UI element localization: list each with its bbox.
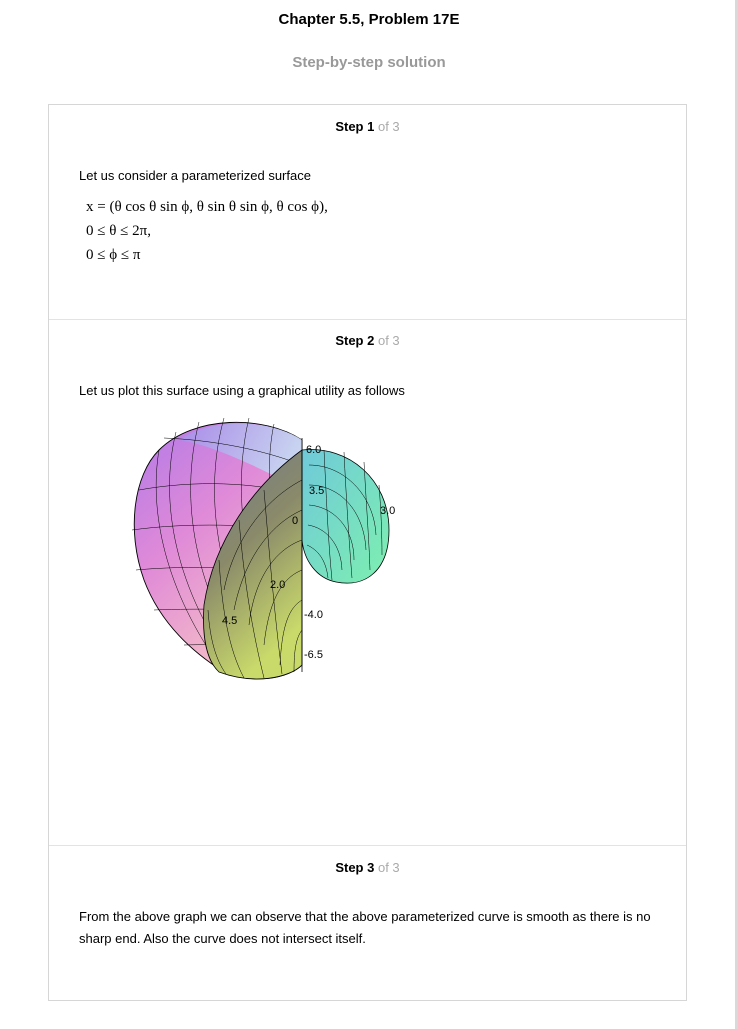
step-1-text: Let us consider a parameterized surface: [79, 168, 311, 183]
plot-label-6-0: 6.0: [306, 444, 321, 456]
step-3-header: Step 3 of 3: [49, 860, 686, 875]
page-subtitle: Step-by-step solution: [292, 54, 446, 71]
surface-right-lobe: [301, 449, 390, 584]
step-1-header: Step 1 of 3: [49, 119, 686, 134]
math-line-2: 0 ≤ θ ≤ 2π,: [86, 223, 151, 239]
plot-label-2-0: 2.0: [270, 579, 285, 591]
step-3-label: Step 3: [335, 860, 375, 875]
step-3-count: of 3: [377, 860, 400, 875]
page-title: Chapter 5.5, Problem 17E: [278, 11, 460, 28]
plot-label-3-5: 3.5: [309, 485, 324, 497]
math-line-1: x = (θ cos θ sin ϕ, θ sin θ sin ϕ, θ cos…: [86, 199, 328, 215]
step-3-text: From the above graph we can observe that…: [79, 909, 651, 946]
solution-card: Step 1 of 3 Let us consider a parameteri…: [48, 104, 687, 1001]
step-1-math: x = (θ cos θ sin ϕ, θ sin θ sin ϕ, θ cos…: [86, 195, 328, 267]
step-2-label: Step 2: [335, 333, 375, 348]
plot-label-neg-6-5: -6.5: [304, 649, 323, 661]
math-line-3: 0 ≤ ϕ ≤ π: [86, 247, 141, 263]
plot-label-4-5: 4.5: [222, 615, 237, 627]
step-divider-1: [49, 319, 686, 320]
step-2-text: Let us plot this surface using a graphic…: [79, 383, 405, 398]
step-divider-2: [49, 845, 686, 846]
surface-plot: 6.0 3.5 3.0 0 2.0 4.5 -4.0 -6.5: [131, 417, 395, 680]
step-1-label: Step 1: [335, 119, 375, 134]
step-1-count: of 3: [377, 119, 400, 134]
plot-label-0: 0: [292, 515, 298, 527]
step-2-count: of 3: [377, 333, 400, 348]
plot-label-neg-4-0: -4.0: [304, 609, 323, 621]
step-2-header: Step 2 of 3: [49, 333, 686, 348]
plot-label-3-0: 3.0: [380, 505, 395, 517]
